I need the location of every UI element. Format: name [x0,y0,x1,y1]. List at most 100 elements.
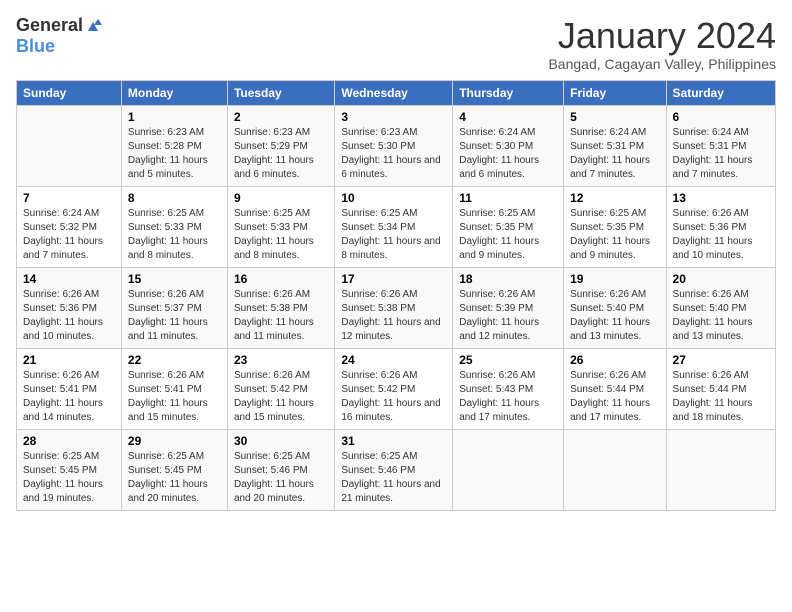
day-number: 10 [341,191,446,205]
day-number: 28 [23,434,115,448]
day-number: 27 [673,353,769,367]
day-number: 14 [23,272,115,286]
day-number: 12 [570,191,659,205]
day-info: Sunrise: 6:26 AMSunset: 5:42 PMDaylight:… [234,369,328,425]
day-cell: 12 Sunrise: 6:25 AMSunset: 5:35 PMDayligh… [564,186,666,267]
week-row-5: 28 Sunrise: 6:25 AMSunset: 5:45 PMDayligh… [17,429,776,510]
day-cell: 1 Sunrise: 6:23 AMSunset: 5:28 PMDaylight… [121,105,227,186]
day-number: 26 [570,353,659,367]
day-number: 17 [341,272,446,286]
day-cell: 22 Sunrise: 6:26 AMSunset: 5:41 PMDayligh… [121,348,227,429]
week-row-3: 14 Sunrise: 6:26 AMSunset: 5:36 PMDayligh… [17,267,776,348]
day-cell: 9 Sunrise: 6:25 AMSunset: 5:33 PMDaylight… [227,186,334,267]
day-cell: 19 Sunrise: 6:26 AMSunset: 5:40 PMDayligh… [564,267,666,348]
day-info: Sunrise: 6:26 AMSunset: 5:41 PMDaylight:… [128,369,221,425]
day-info: Sunrise: 6:25 AMSunset: 5:46 PMDaylight:… [234,450,328,506]
day-number: 6 [673,110,769,124]
day-cell: 30Sunrise: 6:25 AMSunset: 5:46 PMDayligh… [227,429,334,510]
column-header-monday: Monday [121,80,227,105]
day-info: Sunrise: 6:26 AMSunset: 5:44 PMDaylight:… [673,369,769,425]
day-cell [17,105,122,186]
day-info: Sunrise: 6:23 AMSunset: 5:28 PMDaylight:… [128,126,221,182]
day-cell: 20 Sunrise: 6:26 AMSunset: 5:40 PMDayligh… [666,267,775,348]
day-info: Sunrise: 6:26 AMSunset: 5:44 PMDaylight:… [570,369,659,425]
day-cell: 3 Sunrise: 6:23 AMSunset: 5:30 PMDaylight… [335,105,453,186]
day-cell: 11Sunrise: 6:25 AMSunset: 5:35 PMDayligh… [453,186,564,267]
logo: General Blue [16,16,103,57]
day-info: Sunrise: 6:23 AMSunset: 5:29 PMDaylight:… [234,126,328,182]
day-number: 16 [234,272,328,286]
day-info: Sunrise: 6:26 AMSunset: 5:38 PMDaylight:… [234,288,328,344]
day-cell: 13 Sunrise: 6:26 AMSunset: 5:36 PMDayligh… [666,186,775,267]
day-info: Sunrise: 6:25 AMSunset: 5:45 PMDaylight:… [128,450,221,506]
day-cell: 24 Sunrise: 6:26 AMSunset: 5:42 PMDayligh… [335,348,453,429]
day-number: 7 [23,191,115,205]
day-cell: 16 Sunrise: 6:26 AMSunset: 5:38 PMDayligh… [227,267,334,348]
day-number: 8 [128,191,221,205]
day-number: 24 [341,353,446,367]
week-row-1: 1 Sunrise: 6:23 AMSunset: 5:28 PMDaylight… [17,105,776,186]
title-block: January 2024 Bangad, Cagayan Valley, Phi… [548,16,776,72]
logo-general: General [16,15,83,35]
day-cell: 15 Sunrise: 6:26 AMSunset: 5:37 PMDayligh… [121,267,227,348]
day-info: Sunrise: 6:26 AMSunset: 5:36 PMDaylight:… [673,207,769,263]
day-info: Sunrise: 6:25 AMSunset: 5:45 PMDaylight:… [23,450,115,506]
day-info: Sunrise: 6:26 AMSunset: 5:37 PMDaylight:… [128,288,221,344]
calendar-subtitle: Bangad, Cagayan Valley, Philippines [548,56,776,72]
day-number: 21 [23,353,115,367]
day-info: Sunrise: 6:26 AMSunset: 5:40 PMDaylight:… [570,288,659,344]
day-cell: 28 Sunrise: 6:25 AMSunset: 5:45 PMDayligh… [17,429,122,510]
day-number: 3 [341,110,446,124]
day-info: Sunrise: 6:24 AMSunset: 5:30 PMDaylight:… [459,126,557,182]
day-cell: 4 Sunrise: 6:24 AMSunset: 5:30 PMDaylight… [453,105,564,186]
day-number: 15 [128,272,221,286]
day-info: Sunrise: 6:26 AMSunset: 5:36 PMDaylight:… [23,288,115,344]
day-number: 22 [128,353,221,367]
day-number: 20 [673,272,769,286]
day-cell [666,429,775,510]
day-number: 29 [128,434,221,448]
day-info: Sunrise: 6:26 AMSunset: 5:40 PMDaylight:… [673,288,769,344]
day-number: 19 [570,272,659,286]
column-header-sunday: Sunday [17,80,122,105]
header-row: SundayMondayTuesdayWednesdayThursdayFrid… [17,80,776,105]
column-header-friday: Friday [564,80,666,105]
day-cell: 2Sunrise: 6:23 AMSunset: 5:29 PMDaylight… [227,105,334,186]
day-cell: 8Sunrise: 6:25 AMSunset: 5:33 PMDaylight… [121,186,227,267]
day-cell: 17Sunrise: 6:26 AMSunset: 5:38 PMDayligh… [335,267,453,348]
day-cell: 18Sunrise: 6:26 AMSunset: 5:39 PMDayligh… [453,267,564,348]
day-info: Sunrise: 6:26 AMSunset: 5:42 PMDaylight:… [341,369,446,425]
day-cell: 10Sunrise: 6:25 AMSunset: 5:34 PMDayligh… [335,186,453,267]
day-info: Sunrise: 6:25 AMSunset: 5:35 PMDaylight:… [570,207,659,263]
day-number: 5 [570,110,659,124]
day-cell: 14 Sunrise: 6:26 AMSunset: 5:36 PMDayligh… [17,267,122,348]
day-cell: 23 Sunrise: 6:26 AMSunset: 5:42 PMDayligh… [227,348,334,429]
calendar-title: January 2024 [548,16,776,56]
logo-bird-icon [84,17,102,37]
week-row-4: 21 Sunrise: 6:26 AMSunset: 5:41 PMDayligh… [17,348,776,429]
day-number: 11 [459,191,557,205]
day-cell [453,429,564,510]
day-cell: 26 Sunrise: 6:26 AMSunset: 5:44 PMDayligh… [564,348,666,429]
day-info: Sunrise: 6:24 AMSunset: 5:31 PMDaylight:… [673,126,769,182]
column-header-saturday: Saturday [666,80,775,105]
day-info: Sunrise: 6:23 AMSunset: 5:30 PMDaylight:… [341,126,446,182]
day-number: 9 [234,191,328,205]
page-header: General Blue January 2024 Bangad, Cagaya… [16,16,776,72]
day-cell: 7Sunrise: 6:24 AMSunset: 5:32 PMDaylight… [17,186,122,267]
logo-text: General Blue [16,16,103,57]
day-info: Sunrise: 6:25 AMSunset: 5:33 PMDaylight:… [234,207,328,263]
day-number: 13 [673,191,769,205]
day-number: 23 [234,353,328,367]
week-row-2: 7Sunrise: 6:24 AMSunset: 5:32 PMDaylight… [17,186,776,267]
day-cell: 21 Sunrise: 6:26 AMSunset: 5:41 PMDayligh… [17,348,122,429]
day-cell: 31Sunrise: 6:25 AMSunset: 5:46 PMDayligh… [335,429,453,510]
day-info: Sunrise: 6:26 AMSunset: 5:41 PMDaylight:… [23,369,115,425]
day-info: Sunrise: 6:26 AMSunset: 5:39 PMDaylight:… [459,288,557,344]
day-cell: 27 Sunrise: 6:26 AMSunset: 5:44 PMDayligh… [666,348,775,429]
day-cell: 25Sunrise: 6:26 AMSunset: 5:43 PMDayligh… [453,348,564,429]
column-header-wednesday: Wednesday [335,80,453,105]
day-number: 4 [459,110,557,124]
day-cell [564,429,666,510]
day-number: 1 [128,110,221,124]
